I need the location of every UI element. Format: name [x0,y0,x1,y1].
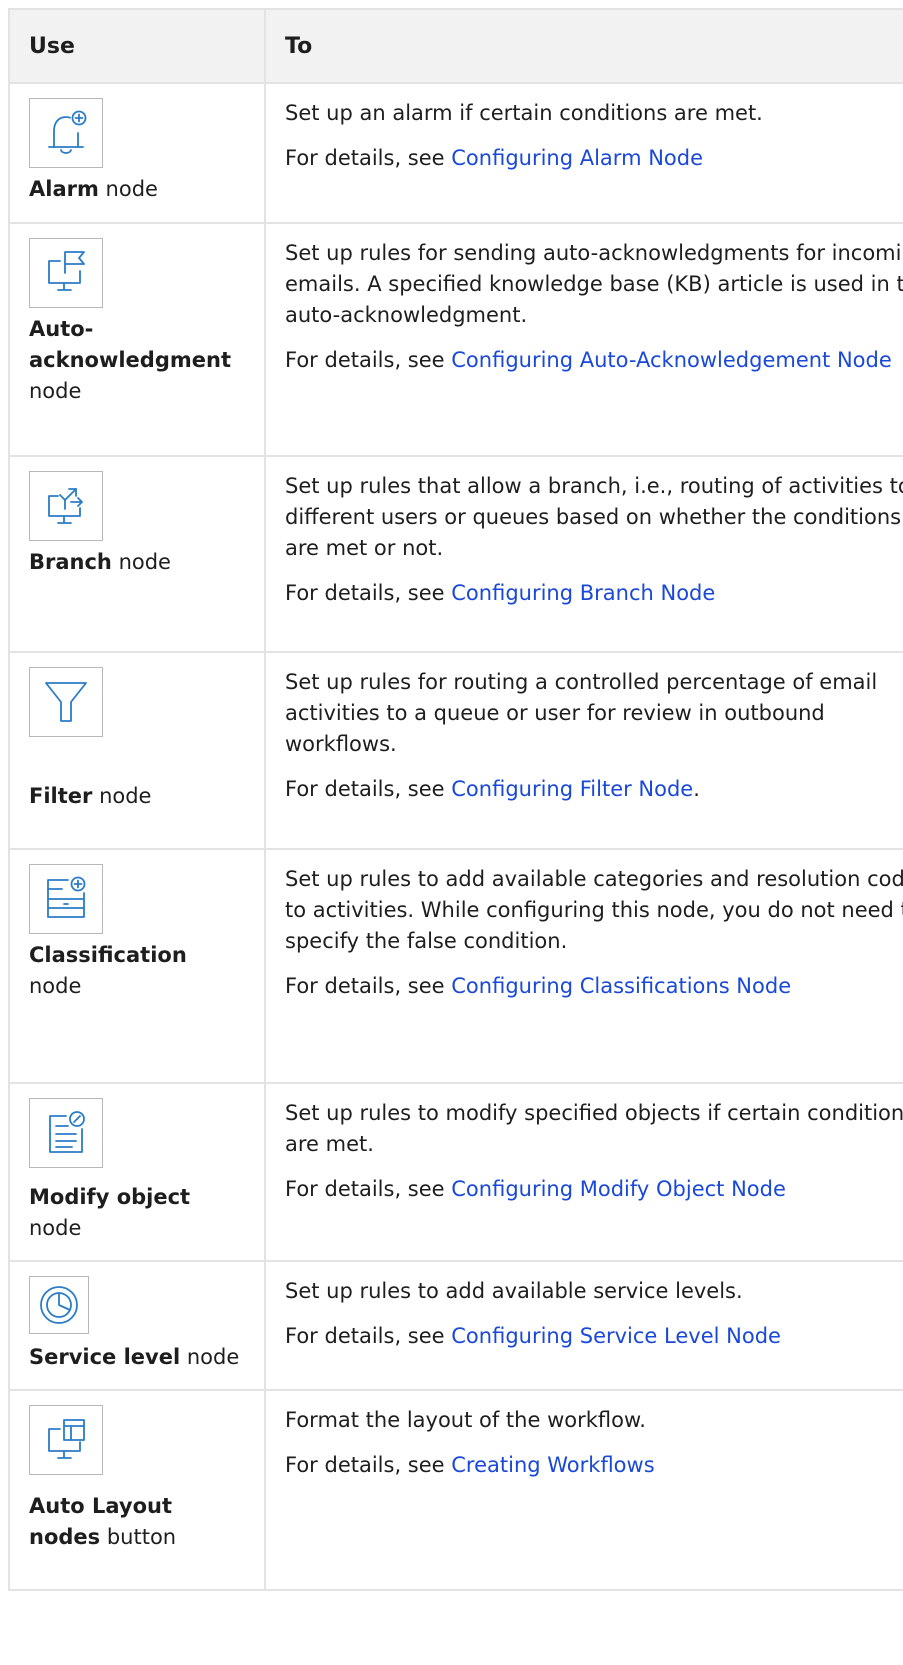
table-row: Service level node Set up rules to add a… [8,1260,903,1391]
classification-node-icon-button[interactable] [29,864,103,934]
to-cell: Set up rules for sending auto-acknowledg… [264,222,903,457]
auto-layout-nodes-icon-button[interactable] [29,1405,103,1475]
node-name: Auto-acknowledgment node [29,317,231,403]
column-header-use: Use [8,8,266,84]
configuring-modify-object-node-link[interactable]: Configuring Modify Object Node [451,1177,786,1201]
to-cell: Set up rules to add available service le… [264,1260,903,1391]
description: Set up rules for sending auto-acknowledg… [285,241,903,327]
configuring-alarm-node-link[interactable]: Configuring Alarm Node [451,146,703,170]
table-row: Filter node Set up rules for routing a c… [8,651,903,850]
description: Set up rules for routing a controlled pe… [285,670,878,756]
description: Set up rules to add available categories… [285,867,903,953]
funnel-filter-icon [45,682,87,722]
document-edit-icon [49,1111,85,1153]
node-name: Classification node [29,943,187,998]
details-line: For details, see Configuring Modify Obje… [285,1177,786,1201]
node-name: Branch node [29,550,171,574]
pie-gauge-icon [40,1286,78,1324]
node-reference-table: Use To Alarm node Set up an alarm if cer… [8,8,903,1591]
to-cell: Format the layout of the workflow. For d… [264,1389,903,1591]
list-plus-icon [47,876,86,918]
table-row: Classification node Set up rules to add … [8,848,903,1084]
configuring-branch-node-link[interactable]: Configuring Branch Node [451,581,715,605]
configuring-classifications-node-link[interactable]: Configuring Classifications Node [451,974,791,998]
use-cell: Service level node [8,1260,266,1391]
description: Set up rules to modify specified objects… [285,1101,903,1156]
table-row: Alarm node Set up an alarm if certain co… [8,82,903,224]
node-name: Service level node [29,1345,240,1369]
description: Format the layout of the workflow. [285,1408,646,1432]
branch-node-icon-button[interactable] [29,471,103,541]
to-cell: Set up rules that allow a branch, i.e., … [264,455,903,653]
to-cell: Set up rules to add available categories… [264,848,903,1084]
use-cell: Classification node [8,848,266,1084]
use-cell: Alarm node [8,82,266,224]
monitor-layout-icon [48,1419,85,1459]
details-line: For details, see Configuring Filter Node… [285,777,700,801]
monitor-flag-icon [48,251,85,291]
details-line: For details, see Configuring Service Lev… [285,1324,781,1348]
to-cell: Set up rules to modify specified objects… [264,1082,903,1262]
use-cell: Filter node [8,651,266,850]
table-row: Modify object node Set up rules to modif… [8,1082,903,1262]
column-header-to: To [264,8,903,84]
table-row: Auto-acknowledgment node Set up rules fo… [8,222,903,457]
use-cell: Modify object node [8,1082,266,1262]
details-line: For details, see Configuring Auto-Acknow… [285,348,892,372]
node-name: Alarm node [29,177,158,201]
use-cell: Branch node [8,455,266,653]
to-cell: Set up rules for routing a controlled pe… [264,651,903,850]
to-cell: Set up an alarm if certain conditions ar… [264,82,903,224]
alarm-node-icon-button[interactable] [29,98,103,168]
auto-acknowledgment-node-icon-button[interactable] [29,238,103,308]
description: Set up rules that allow a branch, i.e., … [285,474,903,560]
node-name: Modify object node [29,1185,191,1240]
node-name: Auto Layout nodes button [29,1494,177,1549]
creating-workflows-link[interactable]: Creating Workflows [451,1453,654,1477]
details-line: For details, see Configuring Alarm Node [285,146,704,170]
content-area: Use To Alarm node Set up an alarm if cer… [8,8,903,1665]
configuring-auto-acknowledgement-node-link[interactable]: Configuring Auto-Acknowledgement Node [451,348,892,372]
configuring-filter-node-link[interactable]: Configuring Filter Node [451,777,693,801]
configuring-service-level-node-link[interactable]: Configuring Service Level Node [451,1324,781,1348]
description: Set up an alarm if certain conditions ar… [285,101,763,125]
details-line: For details, see Creating Workflows [285,1453,655,1477]
table-row: Branch node Set up rules that allow a br… [8,455,903,653]
table-header-row: Use To [8,8,903,84]
alarm-bell-plus-icon [48,110,87,154]
monitor-branch-arrow-icon [48,488,83,524]
use-cell: Auto-acknowledgment node [8,222,266,457]
table-row: Auto Layout nodes button Format the layo… [8,1389,903,1591]
description: Set up rules to add available service le… [285,1279,743,1303]
node-name: Filter node [29,784,152,808]
filter-node-icon-button[interactable] [29,667,103,737]
use-cell: Auto Layout nodes button [8,1389,266,1591]
service-level-node-icon-button[interactable] [29,1276,89,1334]
details-line: For details, see Configuring Classificat… [285,974,792,998]
details-line: For details, see Configuring Branch Node [285,581,716,605]
modify-object-node-icon-button[interactable] [29,1098,103,1168]
